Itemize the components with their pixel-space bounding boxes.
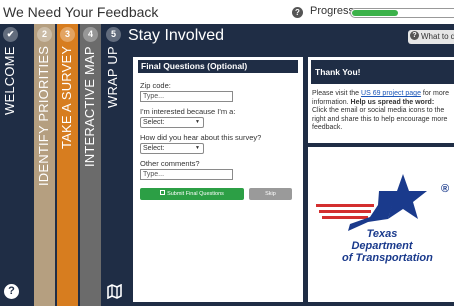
hear-select-value: Select:: [143, 145, 165, 152]
what-to-do-button[interactable]: ? What to d: [408, 30, 454, 44]
step-number: 4: [83, 27, 98, 42]
zip-input[interactable]: Type...: [140, 91, 233, 102]
what-to-do-label: What to d: [421, 32, 454, 41]
project-page-link[interactable]: US 69 project page: [361, 90, 421, 97]
dropdown-arrow-icon: ▼: [195, 145, 200, 151]
thank-you-panel: Thank You! Please visit the US 69 projec…: [308, 57, 454, 143]
page-title: Stay Involved: [128, 27, 225, 44]
tab-take-a-survey[interactable]: 3 TAKE A SURVEY: [57, 24, 78, 306]
interest-select-value: Select:: [143, 119, 165, 126]
spread-word-text: Help us spread the word:: [350, 98, 435, 106]
interest-select[interactable]: Select: ▼: [140, 117, 204, 128]
logo-text-texas: Texas: [366, 228, 398, 240]
map-icon[interactable]: [107, 283, 122, 300]
final-questions-panel: Final Questions (Optional) Zip code: Typ…: [133, 57, 303, 302]
hear-select[interactable]: Select: ▼: [140, 143, 204, 154]
red-stripes: [316, 204, 374, 219]
submit-button[interactable]: Submit Final Questions: [140, 188, 244, 200]
hear-label: How did you hear about this survey?: [140, 133, 262, 142]
tab-welcome[interactable]: ✔ WELCOME ?: [0, 24, 23, 306]
logo-text-department: Department: [351, 240, 413, 252]
progress-label: Progress: [310, 5, 355, 17]
tab-interactive-map-label: INTERACTIVE MAP: [82, 46, 97, 167]
app-title: We Need Your Feedback: [3, 4, 159, 20]
help-icon[interactable]: ?: [292, 7, 303, 18]
txdot-logo: [316, 174, 427, 231]
dropdown-arrow-icon: ▼: [195, 119, 200, 125]
check-icon: ✔: [3, 27, 18, 42]
help-icon[interactable]: ?: [4, 284, 19, 299]
tab-identify-priorities-label: IDENTIFY PRIORITIES: [36, 46, 51, 187]
comments-input[interactable]: Type...: [140, 169, 233, 180]
panel-header: Final Questions (Optional): [138, 60, 298, 73]
tab-interactive-map[interactable]: 4 INTERACTIVE MAP: [80, 24, 101, 306]
submit-label: Submit Final Questions: [167, 191, 224, 197]
txdot-logo-panel: ® Texas Department of Transportation: [308, 147, 454, 302]
registered-mark: ®: [441, 183, 450, 195]
tab-wrap-up-label: WRAP UP: [105, 46, 120, 108]
thank-you-text-1: Please visit the: [312, 90, 362, 97]
tab-wrap-up[interactable]: 5 WRAP UP: [103, 24, 125, 306]
help-icon: ?: [410, 31, 419, 41]
skip-button[interactable]: Skip: [249, 188, 292, 200]
interest-label: I'm interested because I'm a:: [140, 107, 236, 116]
step-tabs: ✔ WELCOME ? 2 IDENTIFY PRIORITIES 3 TAKE…: [0, 24, 126, 306]
step-number: 2: [37, 27, 52, 42]
logo-text-transportation: of Transportation: [342, 252, 433, 264]
thank-you-header: Thank You!: [311, 60, 454, 84]
tab-take-a-survey-label: TAKE A SURVEY: [59, 46, 74, 150]
step-number: 5: [106, 27, 121, 42]
save-icon: [160, 190, 166, 196]
top-bar: We Need Your Feedback ? Progress: [0, 0, 454, 24]
tab-identify-priorities[interactable]: 2 IDENTIFY PRIORITIES: [34, 24, 55, 306]
tab-welcome-label: WELCOME: [2, 46, 17, 115]
progress-fill: [352, 10, 398, 16]
zip-label: Zip code:: [140, 81, 171, 90]
progress-bar: [350, 8, 454, 18]
step-number: 3: [60, 27, 75, 42]
comments-label: Other comments?: [140, 159, 200, 168]
thank-you-text: Please visit the US 69 project page for …: [312, 90, 450, 133]
thank-you-text-3: Click the email or social media icons to…: [312, 107, 448, 131]
main-area: ✔ WELCOME ? 2 IDENTIFY PRIORITIES 3 TAKE…: [0, 24, 454, 306]
